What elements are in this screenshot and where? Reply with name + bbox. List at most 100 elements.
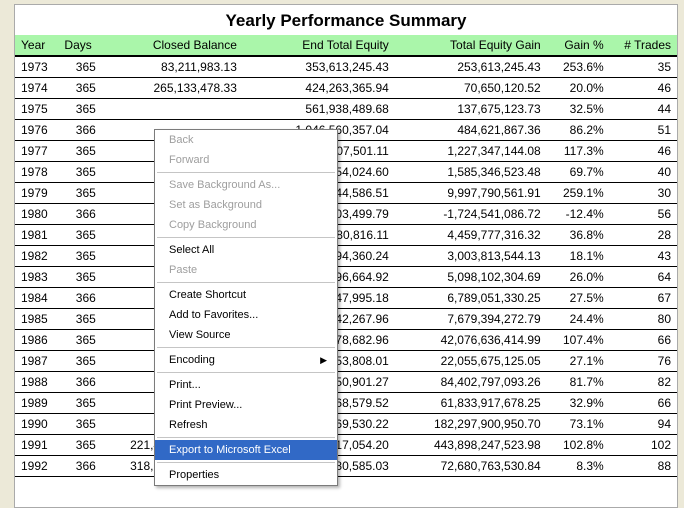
cell-pct: 86.2%	[547, 120, 610, 141]
cell-year: 1981	[15, 225, 58, 246]
cell-tr: 28	[610, 225, 677, 246]
cell-year: 1983	[15, 267, 58, 288]
cell-year: 1974	[15, 78, 58, 99]
menu-separator	[157, 172, 335, 173]
table-row[interactable]: 1992366318,542,618,146.92948,408,580,585…	[15, 456, 677, 477]
menu-add-favorites[interactable]: Add to Favorites...	[155, 305, 337, 325]
menu-print[interactable]: Print...	[155, 375, 337, 395]
menu-encoding[interactable]: Encoding ▶	[155, 350, 337, 370]
menu-select-all[interactable]: Select All	[155, 240, 337, 260]
table-row[interactable]: 198336524,694,196,664.925,098,102,304.69…	[15, 267, 677, 288]
menu-back[interactable]: Back	[155, 130, 337, 150]
context-menu[interactable]: Back Forward Save Background As... Set a…	[154, 129, 338, 486]
col-trades[interactable]: # Trades	[610, 35, 677, 56]
menu-view-source[interactable]: View Source	[155, 325, 337, 345]
cell-pct: -12.4%	[547, 204, 610, 225]
cell-pct: 32.5%	[547, 99, 610, 120]
cell-days: 366	[58, 120, 101, 141]
menu-separator	[157, 372, 335, 373]
cell-tr: 66	[610, 393, 677, 414]
col-year[interactable]: Year	[15, 35, 58, 56]
cell-pct: 32.9%	[547, 393, 610, 414]
cell-days: 365	[58, 435, 101, 456]
col-days[interactable]: Days	[58, 35, 101, 56]
menu-copy-bg[interactable]: Copy Background	[155, 215, 337, 235]
menu-create-shortcut[interactable]: Create Shortcut	[155, 285, 337, 305]
cell-year: 1991	[15, 435, 58, 456]
cell-gain: 4,459,777,316.32	[395, 225, 547, 246]
cell-gain: 84,402,797,093.26	[395, 372, 547, 393]
table-row[interactable]: 198136516,592,280,816.114,459,777,316.32…	[15, 225, 677, 246]
cell-pct: 69.7%	[547, 162, 610, 183]
cell-end: 424,263,365.94	[243, 78, 395, 99]
menu-separator	[157, 437, 335, 438]
cell-days: 365	[58, 351, 101, 372]
cell-tr: 35	[610, 56, 677, 78]
cell-gain: 253,613,245.43	[395, 56, 547, 78]
cell-year: 1980	[15, 204, 58, 225]
cell-tr: 102	[610, 435, 677, 456]
cell-year: 1982	[15, 246, 58, 267]
menu-properties[interactable]: Properties	[155, 465, 337, 485]
menu-forward[interactable]: Forward	[155, 150, 337, 170]
cell-days: 365	[58, 183, 101, 204]
page-title: Yearly Performance Summary	[15, 5, 677, 35]
table-row[interactable]: 1974365265,133,478.33424,263,365.9470,65…	[15, 78, 677, 99]
cell-gain: 70,650,120.52	[395, 78, 547, 99]
col-closed[interactable]: Closed Balance	[102, 35, 243, 56]
table-row[interactable]: 1988366187,697,750,901.2784,402,797,093.…	[15, 372, 677, 393]
cell-gain: 1,585,346,523.48	[395, 162, 547, 183]
menu-export-excel[interactable]: Export to Microsoft Excel	[155, 440, 337, 460]
cell-year: 1987	[15, 351, 58, 372]
cell-gain: 5,098,102,304.69	[395, 267, 547, 288]
table-row[interactable]: 197936513,857,044,586.519,997,790,561.91…	[15, 183, 677, 204]
cell-days: 365	[58, 267, 101, 288]
cell-year: 1977	[15, 141, 58, 162]
cell-days: 365	[58, 162, 101, 183]
cell-days: 366	[58, 372, 101, 393]
table-row[interactable]: 198436631,483,247,995.186,789,051,330.25…	[15, 288, 677, 309]
cell-year: 1979	[15, 183, 58, 204]
col-pct[interactable]: Gain %	[547, 35, 610, 56]
table-row[interactable]: 1990365431,829,569,530.22182,297,900,950…	[15, 414, 677, 435]
cell-end: 353,613,245.43	[243, 56, 395, 78]
cell-year: 1986	[15, 330, 58, 351]
cell-pct: 27.1%	[547, 351, 610, 372]
cell-pct: 27.5%	[547, 288, 610, 309]
cell-pct: 18.1%	[547, 246, 610, 267]
table-row[interactable]: 198536539,162,642,267.967,679,394,272.79…	[15, 309, 677, 330]
cell-pct: 259.1%	[547, 183, 610, 204]
table-row[interactable]: 1991365221,432,712,056.19875,727,817,054…	[15, 435, 677, 456]
table-row[interactable]: 1987365103,294,953,808.0122,055,675,125.…	[15, 351, 677, 372]
menu-separator	[157, 282, 335, 283]
menu-set-bg[interactable]: Set as Background	[155, 195, 337, 215]
table-row[interactable]: 19763661,046,560,357.04484,621,867.3686.…	[15, 120, 677, 141]
cell-pct: 20.0%	[547, 78, 610, 99]
cell-tr: 67	[610, 288, 677, 309]
cell-year: 1978	[15, 162, 58, 183]
cell-days: 366	[58, 204, 101, 225]
cell-pct: 24.4%	[547, 309, 610, 330]
table-row[interactable]: 19773652,273,907,501.111,227,347,144.081…	[15, 141, 677, 162]
table-row[interactable]: 19783653,859,254,024.601,585,346,523.486…	[15, 162, 677, 183]
cell-tr: 30	[610, 183, 677, 204]
cell-tr: 56	[610, 204, 677, 225]
menu-paste[interactable]: Paste	[155, 260, 337, 280]
cell-tr: 94	[610, 414, 677, 435]
table-row[interactable]: 198636581,239,278,682.9642,076,636,414.9…	[15, 330, 677, 351]
table-row[interactable]: 1989365249,531,668,579.5261,833,917,678.…	[15, 393, 677, 414]
cell-days: 365	[58, 330, 101, 351]
menu-refresh[interactable]: Refresh	[155, 415, 337, 435]
col-gain[interactable]: Total Equity Gain	[395, 35, 547, 56]
menu-separator	[157, 462, 335, 463]
menu-save-bg[interactable]: Save Background As...	[155, 175, 337, 195]
table-row[interactable]: 197336583,211,983.13353,613,245.43253,61…	[15, 56, 677, 78]
submenu-arrow-icon: ▶	[320, 353, 327, 367]
col-end[interactable]: End Total Equity	[243, 35, 395, 56]
cell-tr: 76	[610, 351, 677, 372]
menu-print-preview[interactable]: Print Preview...	[155, 395, 337, 415]
table-row[interactable]: 198236519,596,094,360.243,003,813,544.13…	[15, 246, 677, 267]
cell-days: 365	[58, 99, 101, 120]
table-row[interactable]: 1975365561,938,489.68137,675,123.7332.5%…	[15, 99, 677, 120]
table-row[interactable]: 198036612,132,503,499.79-1,724,541,086.7…	[15, 204, 677, 225]
